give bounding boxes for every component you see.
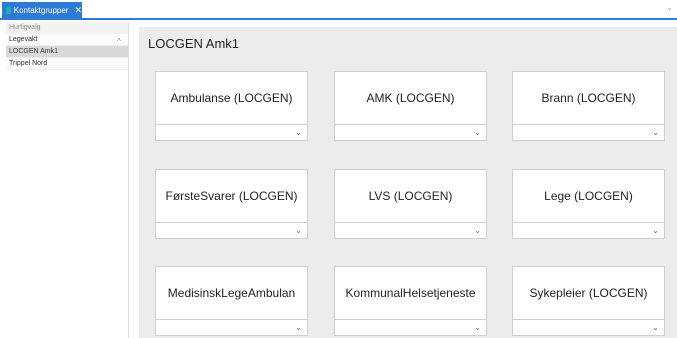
contact-card-medisinsk-lege-ambulanse[interactable]: MedisinskLegeAmbulan ⌄ <box>155 266 308 336</box>
chevron-up-icon[interactable]: ^ <box>117 37 121 46</box>
sidebar-item-locgen-amk1[interactable]: LOCGEN Amk1 <box>6 46 128 58</box>
tab-kontaktgrupper[interactable]: Kontaktgrupper ✕ <box>2 2 82 19</box>
card-dropdown[interactable]: ⌄ <box>513 319 664 336</box>
chevron-down-icon: ⌄ <box>295 226 302 235</box>
page-title: LOCGEN Amk1 <box>148 36 240 51</box>
chevron-down-icon: ⌄ <box>474 323 481 332</box>
tab-strip: Kontaktgrupper ✕ ⌄ <box>0 0 677 20</box>
sidebar: Hurtigvalg Legevakt LOCGEN Amk1 Trippel … <box>6 22 129 338</box>
main-header: LOCGEN Amk1 <box>139 27 677 59</box>
card-label[interactable]: FørsteSvarer (LOCGEN) <box>156 170 307 222</box>
card-label[interactable]: MedisinskLegeAmbulan <box>156 267 307 319</box>
contact-card-sykepleier[interactable]: Sykepleier (LOCGEN) ⌄ <box>512 266 665 336</box>
card-dropdown[interactable]: ⌄ <box>513 222 664 239</box>
chevron-down-icon: ⌄ <box>474 226 481 235</box>
chevron-down-icon: ⌄ <box>652 226 659 235</box>
card-label[interactable]: Brann (LOCGEN) <box>513 72 664 124</box>
chevron-down-icon: ⌄ <box>652 323 659 332</box>
contacts-icon <box>6 7 11 14</box>
card-dropdown[interactable]: ⌄ <box>156 124 307 141</box>
contact-card-forstesvarer[interactable]: FørsteSvarer (LOCGEN) ⌄ <box>155 169 308 239</box>
chevron-down-icon: ⌄ <box>295 128 302 137</box>
card-dropdown[interactable]: ⌄ <box>156 319 307 336</box>
card-label[interactable]: LVS (LOCGEN) <box>335 170 486 222</box>
sidebar-header: Hurtigvalg <box>6 22 128 34</box>
card-dropdown[interactable]: ⌄ <box>513 124 664 141</box>
card-label[interactable]: AMK (LOCGEN) <box>335 72 486 124</box>
contact-card-kommunal-helsetjeneste[interactable]: KommunalHelsetjeneste ⌄ <box>334 266 487 336</box>
sidebar-item-legevakt[interactable]: Legevakt <box>6 34 128 46</box>
card-dropdown[interactable]: ⌄ <box>335 124 486 141</box>
card-dropdown[interactable]: ⌄ <box>156 222 307 239</box>
tab-overflow-icon[interactable]: ⌄ <box>666 3 673 12</box>
chevron-down-icon: ⌄ <box>652 128 659 137</box>
card-dropdown[interactable]: ⌄ <box>335 319 486 336</box>
card-label[interactable]: Lege (LOCGEN) <box>513 170 664 222</box>
close-icon[interactable]: ✕ <box>74 2 82 19</box>
chevron-down-icon: ⌄ <box>474 128 481 137</box>
tab-label: Kontaktgrupper <box>13 6 69 15</box>
sidebar-item-trippel-nord[interactable]: Trippel Nord <box>6 58 128 70</box>
contact-card-amk[interactable]: AMK (LOCGEN) ⌄ <box>334 71 487 141</box>
card-label[interactable]: Sykepleier (LOCGEN) <box>513 267 664 319</box>
chevron-down-icon: ⌄ <box>295 323 302 332</box>
contact-card-lege[interactable]: Lege (LOCGEN) ⌄ <box>512 169 665 239</box>
card-label[interactable]: Ambulanse (LOCGEN) <box>156 72 307 124</box>
card-dropdown[interactable]: ⌄ <box>335 222 486 239</box>
card-label[interactable]: KommunalHelsetjeneste <box>335 267 486 319</box>
contact-card-lvs[interactable]: LVS (LOCGEN) ⌄ <box>334 169 487 239</box>
contact-card-brann[interactable]: Brann (LOCGEN) ⌄ <box>512 71 665 141</box>
contact-card-ambulanse[interactable]: Ambulanse (LOCGEN) ⌄ <box>155 71 308 141</box>
